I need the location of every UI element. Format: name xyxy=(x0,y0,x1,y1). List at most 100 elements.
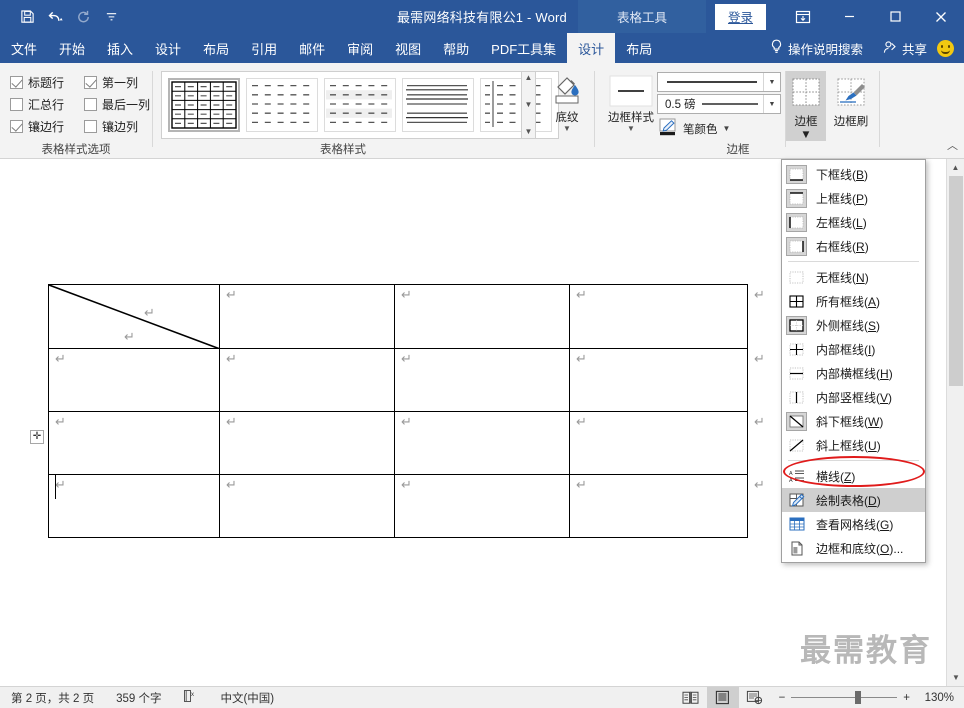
shading-button[interactable]: 底纹 ▼ xyxy=(541,71,593,133)
scroll-up-icon[interactable]: ▲ xyxy=(947,159,964,176)
pen-color-caret-icon[interactable]: ▼ xyxy=(723,124,731,133)
language-indicator[interactable]: 中文(中国) xyxy=(209,690,285,706)
undo-icon[interactable] xyxy=(42,5,68,29)
menu-item-inside-borders[interactable]: 内部框线(I) xyxy=(782,337,925,361)
table-cell[interactable]: ↵ xyxy=(219,348,395,412)
menu-item-borders-and-shading[interactable]: 边框和底纹(O)... xyxy=(782,536,925,560)
menu-item-horizontal-line[interactable]: AA 横线(Z) xyxy=(782,464,925,488)
word-count[interactable]: 359 个字 xyxy=(105,690,172,706)
borders-caret-icon[interactable]: ▼ xyxy=(786,129,826,141)
table-row[interactable]: ↵ ↵ ↵ ↵ ↵ xyxy=(48,411,765,475)
close-button[interactable] xyxy=(918,0,964,33)
tab-table-layout[interactable]: 布局 xyxy=(615,33,663,63)
border-styles-caret-icon[interactable]: ▼ xyxy=(599,125,663,133)
view-web-layout-button[interactable] xyxy=(739,687,771,708)
menu-item-all-borders[interactable]: 所有框线(A) xyxy=(782,289,925,313)
zoom-thumb[interactable] xyxy=(855,691,862,704)
table-cell[interactable]: ↵ xyxy=(219,474,395,538)
checkbox-last-column[interactable]: 最后一列 xyxy=(84,96,150,113)
scrollbar-thumb[interactable] xyxy=(949,176,963,386)
table-cell[interactable]: ↵ xyxy=(48,474,220,538)
save-icon[interactable] xyxy=(14,5,40,29)
tab-mailings[interactable]: 邮件 xyxy=(288,33,336,63)
checkbox-box-icon[interactable] xyxy=(10,75,23,89)
table-cell[interactable]: ↵ xyxy=(394,348,570,412)
tab-review[interactable]: 审阅 xyxy=(336,33,384,63)
checkbox-box-icon[interactable] xyxy=(84,75,97,89)
table-cell-diagonal[interactable]: ↵ ↵ xyxy=(48,284,220,349)
menu-item-no-border[interactable]: 无框线(N) xyxy=(782,265,925,289)
checkbox-header-row[interactable]: 标题行 xyxy=(10,74,84,91)
table-cell[interactable]: ↵ xyxy=(219,284,395,349)
table-cell[interactable]: ↵ xyxy=(394,411,570,475)
borders-button[interactable]: 边框 ▼ xyxy=(786,71,826,141)
redo-icon[interactable] xyxy=(70,5,96,29)
tab-references[interactable]: 引用 xyxy=(240,33,288,63)
tab-table-design[interactable]: 设计 xyxy=(567,33,616,63)
page-indicator[interactable]: 第 2 页，共 2 页 xyxy=(0,690,105,706)
chevron-down-icon[interactable]: ▼ xyxy=(763,95,780,113)
table-cell[interactable]: ↵ ↵ xyxy=(569,411,765,475)
tab-file[interactable]: 文件 xyxy=(0,33,48,63)
vertical-scrollbar[interactable]: ▲ ▼ xyxy=(946,159,964,686)
word-table[interactable]: ↵ ↵ ↵ ↵ ↵ ↵ ↵ ↵ ↵ ↵ ↵ ↵ ↵ ↵ ↵ ↵ ↵ ↵ ↵ ↵ … xyxy=(48,284,765,538)
table-cell[interactable]: ↵ xyxy=(394,284,570,349)
tell-me-search[interactable]: 操作说明搜索 xyxy=(760,33,873,63)
border-painter-button[interactable]: 边框刷 xyxy=(829,71,873,129)
menu-item-outside-borders[interactable]: 外侧框线(S) xyxy=(782,313,925,337)
line-weight-combo[interactable]: 0.5 磅 ▼ xyxy=(657,94,781,114)
view-print-layout-button[interactable] xyxy=(706,686,739,708)
checkbox-box-icon[interactable] xyxy=(10,97,23,111)
pen-color-button[interactable]: 笔颜色 ▼ xyxy=(659,118,730,139)
table-cell[interactable]: ↵ ↵ xyxy=(569,474,765,538)
table-row[interactable]: ↵ ↵ ↵ ↵ ↵ xyxy=(48,474,765,538)
zoom-track[interactable] xyxy=(791,691,898,704)
gallery-scroll-down-icon[interactable]: ▼ xyxy=(525,101,533,109)
table-cell[interactable]: ↵ xyxy=(219,411,395,475)
sign-in-button[interactable]: 登录 xyxy=(714,3,766,30)
shading-caret-icon[interactable]: ▼ xyxy=(541,125,593,133)
menu-item-draw-table[interactable]: 绘制表格(D) xyxy=(782,488,925,512)
tab-design[interactable]: 设计 xyxy=(144,33,192,63)
tab-layout[interactable]: 布局 xyxy=(192,33,240,63)
line-style-combo[interactable]: ▼ xyxy=(657,72,781,92)
zoom-slider[interactable]: − + xyxy=(771,691,918,704)
menu-item-view-gridlines[interactable]: 查看网格线(G) xyxy=(782,512,925,536)
border-styles-button[interactable]: 边框样式 ▼ xyxy=(599,71,663,133)
ribbon-display-options-icon[interactable] xyxy=(780,0,826,33)
gallery-scroll-up-icon[interactable]: ▲ xyxy=(525,74,533,82)
menu-item-border-left[interactable]: 左框线(L) xyxy=(782,210,925,234)
customize-qat-icon[interactable] xyxy=(98,5,124,29)
borders-dropdown-menu[interactable]: 下框线(B) 上框线(P) 左框线(L) 右框线(R) 无框线(N) 所有框线(… xyxy=(781,159,926,563)
table-row[interactable]: ↵ ↵ ↵ ↵ ↵ xyxy=(48,348,765,412)
gallery-more-icon[interactable]: ▼ xyxy=(525,128,533,136)
zoom-in-button[interactable]: + xyxy=(903,692,910,704)
table-style-thumbnail[interactable] xyxy=(167,77,241,133)
tab-home[interactable]: 开始 xyxy=(48,33,96,63)
scroll-down-icon[interactable]: ▼ xyxy=(947,669,964,686)
table-styles-scroll-controls[interactable]: ▲ ▼ ▼ xyxy=(521,71,536,139)
chevron-down-icon[interactable]: ▼ xyxy=(763,73,780,91)
tab-help[interactable]: 帮助 xyxy=(432,33,480,63)
tab-insert[interactable]: 插入 xyxy=(96,33,144,63)
table-move-handle[interactable]: ✛ xyxy=(30,430,44,444)
menu-item-diagonal-up-border[interactable]: 斜上框线(U) xyxy=(782,433,925,457)
table-styles-gallery[interactable] xyxy=(161,71,559,139)
menu-item-border-bottom[interactable]: 下框线(B) xyxy=(782,162,925,186)
checkbox-banded-columns[interactable]: 镶边列 xyxy=(84,118,138,135)
table-cell[interactable]: ↵ xyxy=(394,474,570,538)
checkbox-banded-rows[interactable]: 镶边行 xyxy=(10,118,84,135)
checkbox-box-icon[interactable] xyxy=(10,119,23,133)
feedback-smiley-icon[interactable] xyxy=(937,39,954,57)
menu-item-diagonal-down-border[interactable]: 斜下框线(W) xyxy=(782,409,925,433)
table-cell[interactable]: ↵ ↵ xyxy=(569,348,765,412)
zoom-out-button[interactable]: − xyxy=(779,692,786,704)
checkbox-box-icon[interactable] xyxy=(84,97,97,111)
table-style-thumbnail[interactable] xyxy=(324,78,396,132)
table-row[interactable]: ↵ ↵ ↵ ↵ ↵ ↵ xyxy=(48,284,765,349)
menu-item-inside-horizontal-border[interactable]: 内部横框线(H) xyxy=(782,361,925,385)
table-cell[interactable]: ↵ xyxy=(48,348,220,412)
minimize-button[interactable] xyxy=(826,0,872,33)
share-button[interactable]: 共享 xyxy=(873,33,937,63)
table-cell[interactable]: ↵ xyxy=(48,411,220,475)
